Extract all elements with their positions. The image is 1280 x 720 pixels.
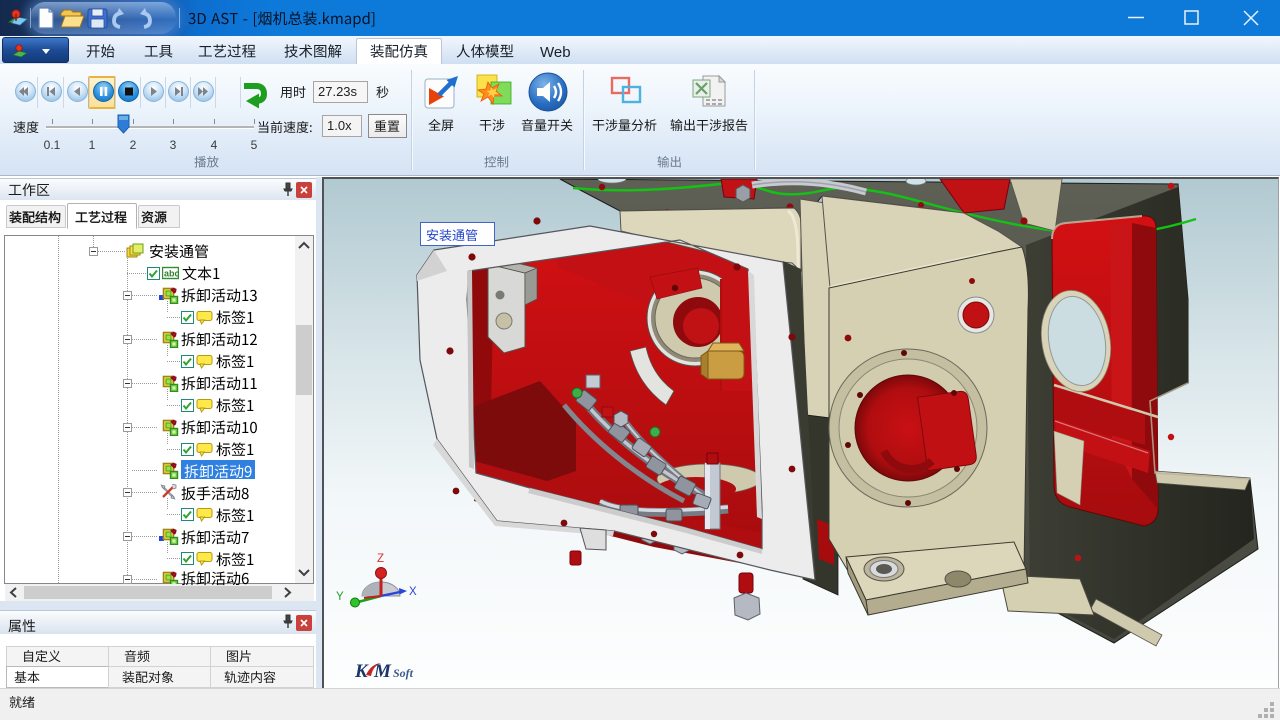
svg-text:abc: abc: [164, 269, 179, 279]
svg-text:M: M: [373, 661, 392, 682]
svg-text:Z: Z: [377, 553, 384, 565]
svg-text:X: X: [409, 586, 417, 598]
svg-text:K: K: [355, 661, 369, 682]
svg-text:Y: Y: [336, 591, 344, 603]
svg-text:Soft: Soft: [393, 666, 414, 680]
